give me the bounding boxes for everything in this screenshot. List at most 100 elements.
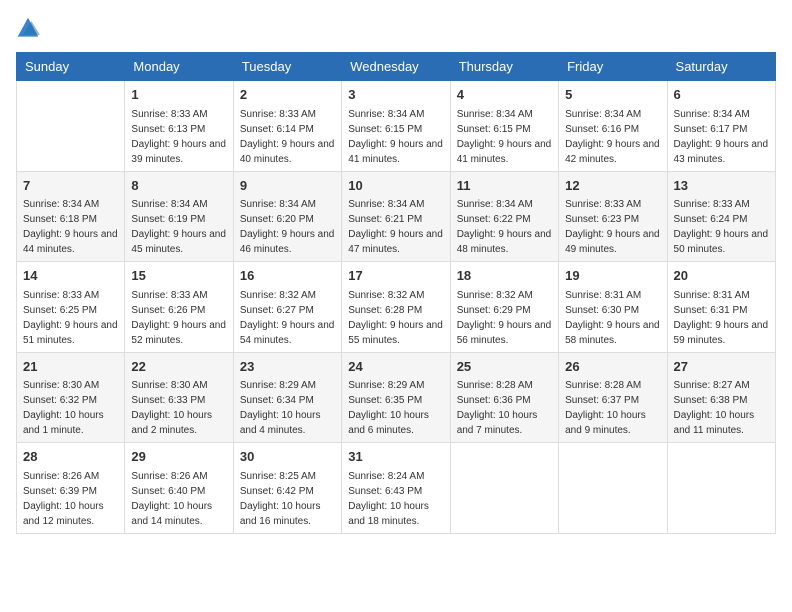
calendar-cell: 9Sunrise: 8:34 AMSunset: 6:20 PMDaylight… [233, 171, 341, 262]
day-info: Sunrise: 8:33 AMSunset: 6:13 PMDaylight:… [131, 107, 226, 167]
day-info: Sunrise: 8:31 AMSunset: 6:30 PMDaylight:… [565, 288, 660, 348]
day-number: 23 [240, 357, 335, 377]
day-number: 13 [674, 176, 769, 196]
day-info: Sunrise: 8:32 AMSunset: 6:28 PMDaylight:… [348, 288, 443, 348]
day-number: 15 [131, 266, 226, 286]
calendar-cell: 30Sunrise: 8:25 AMSunset: 6:42 PMDayligh… [233, 443, 341, 534]
calendar-cell: 4Sunrise: 8:34 AMSunset: 6:15 PMDaylight… [450, 81, 558, 172]
calendar-cell: 13Sunrise: 8:33 AMSunset: 6:24 PMDayligh… [667, 171, 775, 262]
calendar-cell: 11Sunrise: 8:34 AMSunset: 6:22 PMDayligh… [450, 171, 558, 262]
day-info: Sunrise: 8:27 AMSunset: 6:38 PMDaylight:… [674, 378, 769, 438]
calendar-cell: 21Sunrise: 8:30 AMSunset: 6:32 PMDayligh… [17, 352, 125, 443]
calendar-week-row: 28Sunrise: 8:26 AMSunset: 6:39 PMDayligh… [17, 443, 776, 534]
column-header-wednesday: Wednesday [342, 53, 450, 81]
calendar-cell: 15Sunrise: 8:33 AMSunset: 6:26 PMDayligh… [125, 262, 233, 353]
day-number: 16 [240, 266, 335, 286]
calendar-cell: 6Sunrise: 8:34 AMSunset: 6:17 PMDaylight… [667, 81, 775, 172]
day-info: Sunrise: 8:29 AMSunset: 6:35 PMDaylight:… [348, 378, 443, 438]
day-info: Sunrise: 8:33 AMSunset: 6:23 PMDaylight:… [565, 197, 660, 257]
column-header-sunday: Sunday [17, 53, 125, 81]
calendar-cell: 2Sunrise: 8:33 AMSunset: 6:14 PMDaylight… [233, 81, 341, 172]
day-info: Sunrise: 8:34 AMSunset: 6:21 PMDaylight:… [348, 197, 443, 257]
page-header [16, 16, 776, 40]
day-number: 14 [23, 266, 118, 286]
calendar-week-row: 21Sunrise: 8:30 AMSunset: 6:32 PMDayligh… [17, 352, 776, 443]
day-number: 1 [131, 85, 226, 105]
calendar-cell: 8Sunrise: 8:34 AMSunset: 6:19 PMDaylight… [125, 171, 233, 262]
column-header-friday: Friday [559, 53, 667, 81]
day-number: 2 [240, 85, 335, 105]
calendar-week-row: 14Sunrise: 8:33 AMSunset: 6:25 PMDayligh… [17, 262, 776, 353]
calendar-cell: 31Sunrise: 8:24 AMSunset: 6:43 PMDayligh… [342, 443, 450, 534]
calendar-cell: 28Sunrise: 8:26 AMSunset: 6:39 PMDayligh… [17, 443, 125, 534]
calendar-cell: 24Sunrise: 8:29 AMSunset: 6:35 PMDayligh… [342, 352, 450, 443]
day-info: Sunrise: 8:26 AMSunset: 6:39 PMDaylight:… [23, 469, 118, 529]
calendar-cell: 22Sunrise: 8:30 AMSunset: 6:33 PMDayligh… [125, 352, 233, 443]
day-info: Sunrise: 8:30 AMSunset: 6:32 PMDaylight:… [23, 378, 118, 438]
day-number: 31 [348, 447, 443, 467]
calendar-cell: 12Sunrise: 8:33 AMSunset: 6:23 PMDayligh… [559, 171, 667, 262]
day-info: Sunrise: 8:34 AMSunset: 6:18 PMDaylight:… [23, 197, 118, 257]
calendar-cell: 16Sunrise: 8:32 AMSunset: 6:27 PMDayligh… [233, 262, 341, 353]
calendar-cell: 1Sunrise: 8:33 AMSunset: 6:13 PMDaylight… [125, 81, 233, 172]
calendar-table: SundayMondayTuesdayWednesdayThursdayFrid… [16, 52, 776, 534]
calendar-cell: 27Sunrise: 8:27 AMSunset: 6:38 PMDayligh… [667, 352, 775, 443]
day-number: 17 [348, 266, 443, 286]
day-number: 6 [674, 85, 769, 105]
column-header-thursday: Thursday [450, 53, 558, 81]
day-number: 5 [565, 85, 660, 105]
calendar-cell [450, 443, 558, 534]
day-number: 4 [457, 85, 552, 105]
day-info: Sunrise: 8:25 AMSunset: 6:42 PMDaylight:… [240, 469, 335, 529]
day-number: 21 [23, 357, 118, 377]
day-number: 18 [457, 266, 552, 286]
calendar-week-row: 1Sunrise: 8:33 AMSunset: 6:13 PMDaylight… [17, 81, 776, 172]
day-info: Sunrise: 8:34 AMSunset: 6:17 PMDaylight:… [674, 107, 769, 167]
column-header-monday: Monday [125, 53, 233, 81]
day-info: Sunrise: 8:34 AMSunset: 6:20 PMDaylight:… [240, 197, 335, 257]
day-info: Sunrise: 8:33 AMSunset: 6:24 PMDaylight:… [674, 197, 769, 257]
day-number: 10 [348, 176, 443, 196]
column-headers: SundayMondayTuesdayWednesdayThursdayFrid… [17, 53, 776, 81]
day-number: 30 [240, 447, 335, 467]
day-number: 3 [348, 85, 443, 105]
day-info: Sunrise: 8:33 AMSunset: 6:25 PMDaylight:… [23, 288, 118, 348]
day-number: 26 [565, 357, 660, 377]
day-info: Sunrise: 8:32 AMSunset: 6:27 PMDaylight:… [240, 288, 335, 348]
column-header-saturday: Saturday [667, 53, 775, 81]
calendar-cell: 23Sunrise: 8:29 AMSunset: 6:34 PMDayligh… [233, 352, 341, 443]
column-header-tuesday: Tuesday [233, 53, 341, 81]
day-info: Sunrise: 8:34 AMSunset: 6:19 PMDaylight:… [131, 197, 226, 257]
calendar-cell: 29Sunrise: 8:26 AMSunset: 6:40 PMDayligh… [125, 443, 233, 534]
day-info: Sunrise: 8:34 AMSunset: 6:15 PMDaylight:… [348, 107, 443, 167]
logo-icon [16, 16, 40, 40]
calendar-cell: 20Sunrise: 8:31 AMSunset: 6:31 PMDayligh… [667, 262, 775, 353]
calendar-cell: 26Sunrise: 8:28 AMSunset: 6:37 PMDayligh… [559, 352, 667, 443]
day-number: 19 [565, 266, 660, 286]
logo [16, 16, 44, 40]
day-info: Sunrise: 8:34 AMSunset: 6:16 PMDaylight:… [565, 107, 660, 167]
day-info: Sunrise: 8:32 AMSunset: 6:29 PMDaylight:… [457, 288, 552, 348]
day-number: 29 [131, 447, 226, 467]
day-info: Sunrise: 8:33 AMSunset: 6:26 PMDaylight:… [131, 288, 226, 348]
day-number: 11 [457, 176, 552, 196]
day-info: Sunrise: 8:28 AMSunset: 6:37 PMDaylight:… [565, 378, 660, 438]
day-number: 12 [565, 176, 660, 196]
calendar-cell: 17Sunrise: 8:32 AMSunset: 6:28 PMDayligh… [342, 262, 450, 353]
day-info: Sunrise: 8:34 AMSunset: 6:22 PMDaylight:… [457, 197, 552, 257]
day-info: Sunrise: 8:26 AMSunset: 6:40 PMDaylight:… [131, 469, 226, 529]
day-info: Sunrise: 8:29 AMSunset: 6:34 PMDaylight:… [240, 378, 335, 438]
calendar-cell [667, 443, 775, 534]
day-number: 24 [348, 357, 443, 377]
day-info: Sunrise: 8:33 AMSunset: 6:14 PMDaylight:… [240, 107, 335, 167]
day-number: 7 [23, 176, 118, 196]
calendar-cell: 19Sunrise: 8:31 AMSunset: 6:30 PMDayligh… [559, 262, 667, 353]
day-info: Sunrise: 8:30 AMSunset: 6:33 PMDaylight:… [131, 378, 226, 438]
day-number: 22 [131, 357, 226, 377]
day-info: Sunrise: 8:31 AMSunset: 6:31 PMDaylight:… [674, 288, 769, 348]
day-number: 9 [240, 176, 335, 196]
calendar-week-row: 7Sunrise: 8:34 AMSunset: 6:18 PMDaylight… [17, 171, 776, 262]
calendar-cell: 7Sunrise: 8:34 AMSunset: 6:18 PMDaylight… [17, 171, 125, 262]
calendar-cell [17, 81, 125, 172]
calendar-cell: 25Sunrise: 8:28 AMSunset: 6:36 PMDayligh… [450, 352, 558, 443]
